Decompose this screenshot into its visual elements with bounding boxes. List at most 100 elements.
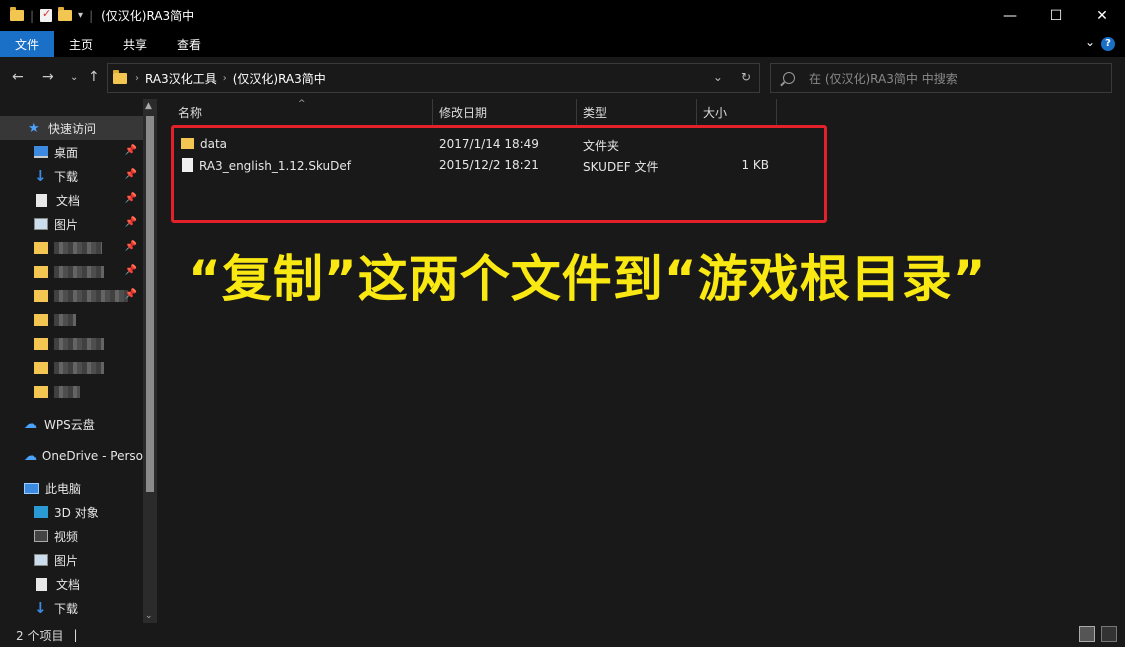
sidebar-item-onedrive[interactable]: ☁ OneDrive - Perso xyxy=(0,444,143,468)
computer-icon xyxy=(24,482,39,494)
breadcrumb-item[interactable]: RA3汉化工具 xyxy=(145,70,217,87)
tab-share[interactable]: 共享 xyxy=(108,31,162,57)
sidebar-item-blurred-folder[interactable]: 📌 xyxy=(0,284,143,308)
highlight-box xyxy=(171,125,827,223)
sidebar-scrollbar[interactable]: ▲ ⌄ xyxy=(143,99,157,623)
expand-ribbon-icon[interactable]: ⌄ xyxy=(1085,35,1095,49)
blurred-label xyxy=(54,266,104,278)
tab-home[interactable]: 主页 xyxy=(54,31,108,57)
sidebar-item-downloads[interactable]: ↓ 下载 📌 xyxy=(0,164,143,188)
sidebar-item-blurred-folder[interactable] xyxy=(0,356,143,380)
blurred-label xyxy=(54,362,104,374)
large-icons-view-icon[interactable] xyxy=(1101,626,1117,642)
folder-icon xyxy=(10,7,24,21)
blurred-label xyxy=(54,386,80,398)
scroll-up-icon[interactable]: ▲ xyxy=(145,101,152,111)
sidebar-item-this-pc[interactable]: 此电脑 xyxy=(0,476,143,500)
column-divider[interactable] xyxy=(696,99,697,125)
column-divider[interactable] xyxy=(576,99,577,125)
cloud-icon: ☁ xyxy=(24,416,37,432)
sidebar-item-pc-downloads[interactable]: ↓ 下载 xyxy=(0,596,143,620)
refresh-icon[interactable]: ↻ xyxy=(741,70,751,84)
tab-file[interactable]: 文件 xyxy=(0,31,55,57)
up-arrow-icon[interactable]: ↑ xyxy=(88,69,100,85)
sidebar-item-documents[interactable]: 文档 📌 xyxy=(0,188,143,212)
star-icon: ★ xyxy=(28,120,40,136)
sidebar-item-videos[interactable]: 视频 xyxy=(0,524,143,548)
sidebar-item-quick-access[interactable]: ★ 快速访问 xyxy=(0,116,143,140)
sidebar-item-pc-pictures[interactable]: 图片 xyxy=(0,548,143,572)
search-icon xyxy=(783,72,795,84)
sidebar-item-wps-cloud[interactable]: ☁ WPS云盘 xyxy=(0,412,143,436)
navigation-pane: ★ 快速访问 桌面 📌 ↓ 下载 📌 文档 📌 图片 📌 📌 📌 📌 ☁ WPS… xyxy=(0,99,157,623)
address-dropdown-icon[interactable]: ⌄ xyxy=(713,70,723,84)
forward-arrow-icon[interactable]: → xyxy=(42,69,54,85)
new-folder-icon[interactable] xyxy=(58,7,73,21)
column-divider[interactable] xyxy=(432,99,433,125)
scroll-down-icon[interactable]: ⌄ xyxy=(145,611,153,621)
scrollbar-thumb[interactable] xyxy=(146,116,154,492)
sidebar-item-blurred-folder[interactable]: 📌 xyxy=(0,236,143,260)
document-icon xyxy=(36,193,47,207)
pin-icon: 📌 xyxy=(124,145,137,156)
back-arrow-icon[interactable]: ← xyxy=(12,69,24,85)
address-bar[interactable]: › RA3汉化工具 › (仅汉化)RA3简中 ⌄ ↻ xyxy=(107,63,760,93)
search-placeholder: 在 (仅汉化)RA3简中 中搜索 xyxy=(809,71,958,86)
close-button[interactable]: ✕ xyxy=(1079,0,1125,31)
blurred-label xyxy=(54,242,102,254)
download-icon: ↓ xyxy=(34,167,47,185)
status-bar: 2 个项目 | xyxy=(0,623,1125,647)
download-icon: ↓ xyxy=(34,599,47,617)
status-separator: | xyxy=(73,628,78,642)
pin-icon: 📌 xyxy=(124,289,137,300)
tab-view[interactable]: 查看 xyxy=(162,31,216,57)
sidebar-item-pictures[interactable]: 图片 📌 xyxy=(0,212,143,236)
recent-locations-chevron-icon[interactable]: ⌄ xyxy=(70,72,78,83)
details-view-icon[interactable] xyxy=(1079,626,1095,642)
folder-icon xyxy=(34,290,48,302)
sidebar-item-blurred-folder[interactable] xyxy=(0,332,143,356)
file-list: ^ 名称 修改日期 类型 大小 data 2017/1/14 18:49 文件夹… xyxy=(157,99,1125,623)
quick-access-toolbar-dropdown-icon[interactable]: ▾ xyxy=(78,10,83,21)
sidebar-item-blurred-folder[interactable]: 📌 xyxy=(0,260,143,284)
pin-icon: 📌 xyxy=(124,169,137,180)
navigation-bar: ← → ⌄ ↑ › RA3汉化工具 › (仅汉化)RA3简中 ⌄ ↻ 在 (仅汉… xyxy=(0,57,1125,99)
folder-icon xyxy=(34,386,48,398)
sidebar-item-desktop[interactable]: 桌面 📌 xyxy=(0,140,143,164)
onedrive-cloud-icon: ☁ xyxy=(24,448,37,464)
chevron-right-icon[interactable]: › xyxy=(223,73,227,84)
folder-icon xyxy=(34,266,48,278)
sidebar-item-pc-documents[interactable]: 文档 xyxy=(0,572,143,596)
folder-icon xyxy=(34,362,48,374)
folder-icon xyxy=(34,314,48,326)
column-divider[interactable] xyxy=(776,99,777,125)
ribbon: 文件 主页 共享 查看 ⌄ ? xyxy=(0,31,1125,57)
sidebar-item-blurred-folder[interactable] xyxy=(0,380,143,404)
column-header-date[interactable]: 修改日期 xyxy=(439,99,487,125)
instruction-caption: “复制”这两个文件到“游戏根目录” xyxy=(188,250,987,308)
pin-icon: 📌 xyxy=(124,217,137,228)
sidebar-item-3d-objects[interactable]: 3D 对象 xyxy=(0,500,143,524)
folder-icon xyxy=(113,69,127,84)
column-header-size[interactable]: 大小 xyxy=(703,99,727,125)
column-header-type[interactable]: 类型 xyxy=(583,99,607,125)
desktop-icon xyxy=(34,146,48,158)
properties-icon[interactable] xyxy=(40,7,53,22)
cube-icon xyxy=(34,506,48,518)
chevron-right-icon[interactable]: › xyxy=(135,73,139,84)
minimize-button[interactable]: — xyxy=(987,0,1033,31)
column-header-name[interactable]: 名称 xyxy=(178,99,202,125)
blurred-label xyxy=(54,314,76,326)
blurred-label xyxy=(54,338,104,350)
search-input[interactable]: 在 (仅汉化)RA3简中 中搜索 xyxy=(770,63,1112,93)
pin-icon: 📌 xyxy=(124,241,137,252)
document-icon xyxy=(36,577,47,591)
title-bar: | ▾ | (仅汉化)RA3简中 — ☐ ✕ xyxy=(0,0,1125,31)
sidebar-item-blurred-folder[interactable] xyxy=(0,308,143,332)
breadcrumb-item[interactable]: (仅汉化)RA3简中 xyxy=(233,70,326,87)
help-icon[interactable]: ? xyxy=(1101,37,1115,51)
video-icon xyxy=(34,530,48,542)
maximize-button[interactable]: ☐ xyxy=(1033,0,1079,31)
folder-icon xyxy=(34,338,48,350)
folder-icon xyxy=(34,242,48,254)
